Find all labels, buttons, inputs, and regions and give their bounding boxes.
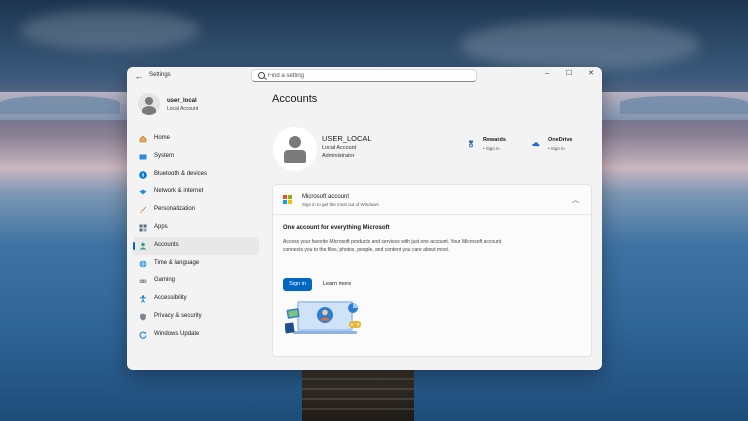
sidebar-item-privacy-security[interactable]: Privacy & security [133,308,259,326]
promo-text: Access your favorite Microsoft products … [283,239,502,253]
sidebar-item-network[interactable]: Network & internet [133,183,259,201]
learn-more-link[interactable]: Learn more [323,281,351,287]
sign-in-button[interactable]: Sign in [283,278,312,291]
chevron-up-icon[interactable]: ︿ [572,195,579,205]
globe-icon [139,259,147,268]
wallpaper-dock [302,370,414,421]
shield-icon [140,313,146,321]
sidebar-item-accounts[interactable]: Accounts [133,236,259,255]
sidebar-item-apps[interactable]: Apps [133,219,259,237]
avatar[interactable] [138,93,160,115]
microsoft-account-title: Microsoft account [302,194,350,200]
search-input[interactable] [268,70,468,81]
bluetooth-icon [139,170,147,179]
user-role: Administrator [322,153,355,159]
sidebar-item-personalization[interactable]: Personalization [133,201,259,219]
minimize-button[interactable]: – [536,67,558,81]
sidebar-item-bluetooth[interactable]: Bluetooth & devices [133,166,259,184]
rewards-icon [469,140,473,148]
wallpaper-mountain [620,96,748,114]
account-illustration [285,301,361,334]
microsoft-account-card: Microsoft account Sign in to get the mos… [272,184,592,357]
settings-window: ← Settings – ☐ ✕ user_local Local Accoun… [127,67,602,370]
sidebar-item-gaming[interactable]: Gaming [133,272,259,290]
sidebar-item-time-language[interactable]: Time & language [133,255,259,273]
sidebar-nav: Home System Bluetooth & devices Network … [133,130,259,344]
user-avatar[interactable] [273,127,317,171]
accounts-icon [139,242,147,250]
microsoft-account-header[interactable]: Microsoft account Sign in to get the mos… [273,185,591,215]
sidebar-item-windows-update[interactable]: Windows Update [133,326,259,344]
user-account-type: Local Account [322,145,357,151]
close-button[interactable]: ✕ [580,67,602,81]
wallpaper-cloud [460,20,700,70]
update-icon [139,331,147,339]
promo-title: One account for everything Microsoft [283,225,390,231]
back-arrow-icon[interactable]: ← [134,71,144,81]
app-title: Settings [149,72,171,78]
search-icon [258,72,265,79]
title-bar: ← Settings – ☐ ✕ [127,67,602,84]
onedrive-icon [532,142,540,147]
network-icon [139,189,147,195]
gamepad-icon [139,279,147,284]
apps-icon [139,224,147,232]
user-name: USER_LOCAL [322,134,372,143]
profile-name: user_local [167,98,197,104]
wallpaper-cloud [20,10,200,50]
page-title: Accounts [272,93,318,105]
microsoft-logo-icon [283,195,292,204]
system-icon [139,154,147,160]
maximize-button[interactable]: ☐ [558,67,580,81]
home-icon [139,135,147,143]
brush-icon [140,206,147,214]
sidebar-item-system[interactable]: System [133,148,259,166]
search-box[interactable] [251,69,477,82]
accessibility-icon [140,295,146,303]
wallpaper-mountain [0,96,120,114]
sidebar-item-home[interactable]: Home [133,130,259,148]
sidebar-item-accessibility[interactable]: Accessibility [133,290,259,308]
profile-account-type: Local Account [167,106,199,112]
microsoft-account-subtitle: Sign in to get the most out of Windows [302,202,379,207]
